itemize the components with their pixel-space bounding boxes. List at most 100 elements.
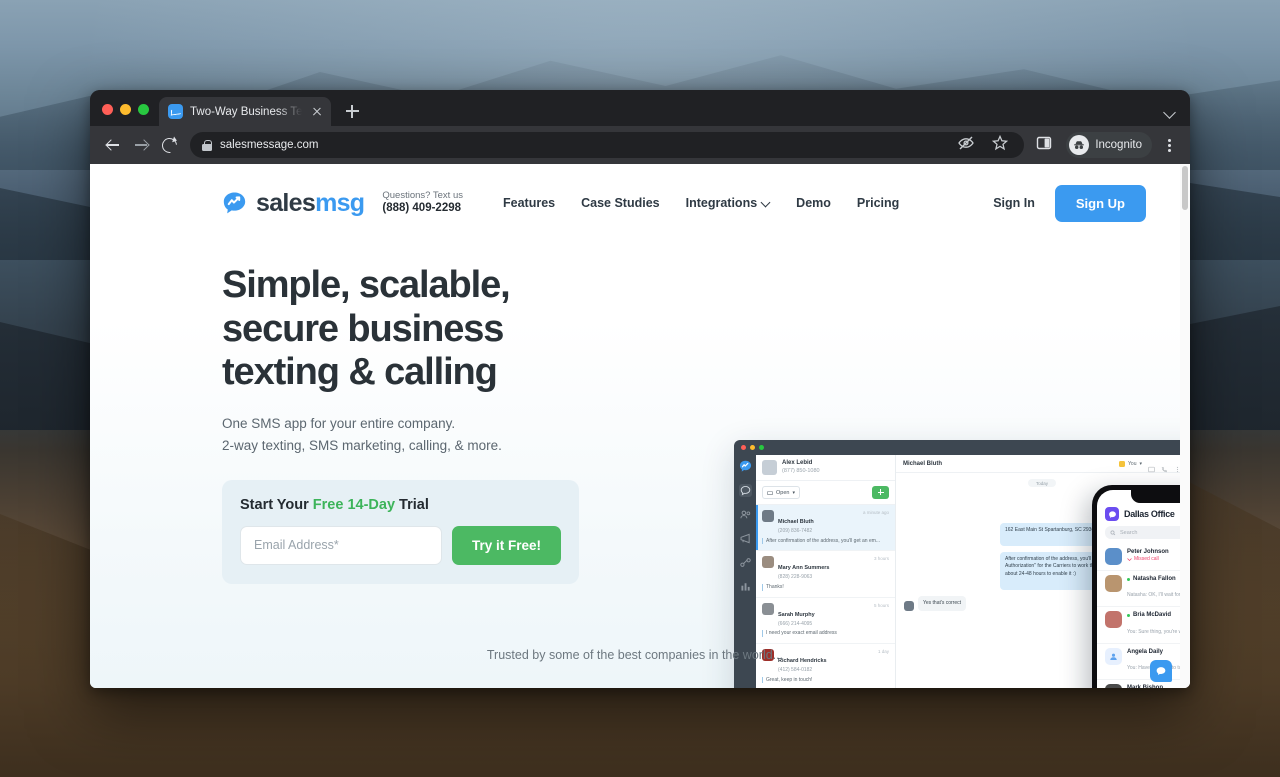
row-name-text: Mark Bishop	[1127, 684, 1163, 688]
brand-logo[interactable]: salesmsg	[222, 188, 365, 218]
sidebar-item-reports[interactable]	[739, 580, 752, 593]
conversation-preview: Great, keep in touch!	[762, 676, 889, 683]
conversation-filter-dropdown[interactable]: Open ▾	[762, 486, 800, 499]
incognito-label: Incognito	[1095, 139, 1142, 151]
day-separator: Today	[1028, 479, 1056, 487]
arrow-left-icon[interactable]	[100, 132, 126, 158]
brand-name: salesmsg	[256, 188, 365, 218]
avatar	[1105, 611, 1122, 629]
nav-item-pricing[interactable]: Pricing	[857, 196, 899, 210]
sidebar-item-integrations[interactable]	[739, 556, 752, 569]
site-navigation: salesmsg Questions? Text us (888) 409-22…	[90, 164, 1180, 242]
tab-title: Two-Way Business Text Messa	[190, 105, 302, 118]
sidebar-item-help[interactable]	[739, 687, 752, 688]
chevron-down-icon	[762, 199, 770, 207]
avatar	[904, 600, 914, 611]
primary-nav-links: Features Case Studies Integrations Demo …	[503, 196, 899, 210]
page-viewport: salesmsg Questions? Text us (888) 409-22…	[90, 164, 1190, 688]
list-item[interactable]: Peter Johnson Missed call 5 min	[1097, 544, 1190, 571]
list-item[interactable]: Natasha Fallon Natasha: OK, I'll wait fo…	[1097, 571, 1190, 608]
subtitle-line-1: One SMS app for your entire company.	[222, 416, 456, 432]
conversation-preview: Thanks!	[762, 584, 889, 591]
list-item[interactable]: Mary Ann Summers (828) 228-9063 3 hours …	[756, 551, 895, 598]
address-bar[interactable]: salesmessage.com	[190, 132, 1025, 158]
browser-tab[interactable]: Two-Way Business Text Messa	[159, 97, 331, 126]
sign-up-button[interactable]: Sign Up	[1054, 184, 1146, 222]
page-scrollbar[interactable]	[1180, 164, 1190, 688]
email-field[interactable]	[240, 525, 442, 565]
mockup-account-header: Alex Lebid (877) 850-1080	[756, 455, 895, 481]
maximize-window-button[interactable]	[138, 104, 149, 115]
minimize-window-button[interactable]	[120, 104, 131, 115]
chat-chart-bubble-icon	[222, 191, 247, 216]
missed-call-icon	[1127, 558, 1132, 562]
star-icon[interactable]	[990, 133, 1014, 157]
nav-item-integrations[interactable]: Integrations	[686, 196, 771, 210]
phone-search-input[interactable]: Search	[1105, 526, 1190, 539]
nav-label: Integrations	[685, 196, 758, 210]
filter-label: Open	[776, 489, 790, 496]
eye-off-icon[interactable]	[956, 133, 980, 157]
message-text: 162 East Main St Spartanburg, SC 29302	[1005, 527, 1098, 534]
archive-icon[interactable]	[1148, 460, 1155, 473]
list-item[interactable]: Mark Bishop Mark: Please let me know. Th…	[1097, 680, 1190, 688]
trial-form-row: Try it Free!	[240, 525, 561, 565]
chat-header: Michael Bluth You ▾	[896, 455, 1188, 473]
reload-icon[interactable]	[156, 132, 182, 158]
nav-item-features[interactable]: Features	[503, 196, 555, 210]
conversation-time: a minute ago	[862, 510, 889, 515]
account-phone: (877) 850-1080	[782, 467, 820, 474]
conversation-preview: After confirmation of the address, you'l…	[762, 537, 889, 545]
sidebar-item-inbox[interactable]	[738, 484, 752, 497]
nav-label: Demo	[796, 196, 831, 210]
live-chat-widget-button[interactable]	[1150, 660, 1172, 682]
search-icon	[1110, 530, 1116, 535]
close-icon[interactable]	[309, 104, 325, 120]
sidebar-item-contacts[interactable]	[739, 508, 752, 521]
nav-item-demo[interactable]: Demo	[796, 196, 831, 210]
mockup-titlebar	[734, 440, 1190, 455]
trial-signup-card: Start Your Free 14-Day Trial Try it Free…	[222, 479, 579, 584]
incognito-profile-chip[interactable]: Incognito	[1066, 132, 1152, 158]
kebab-menu-icon[interactable]	[1158, 133, 1180, 157]
scrollbar-thumb[interactable]	[1182, 166, 1188, 210]
avatar	[1105, 575, 1122, 592]
close-window-button[interactable]	[102, 104, 113, 115]
sign-in-link[interactable]: Sign In	[993, 196, 1035, 210]
list-item[interactable]: Bria McDavid You: Sure thing, you're wel…	[1097, 607, 1190, 644]
salesmsg-landing-page: salesmsg Questions? Text us (888) 409-22…	[90, 164, 1190, 688]
chat-assignee[interactable]: You ▾	[1119, 460, 1142, 467]
trial-title-pre: Start Your	[240, 496, 313, 513]
sidebar-item-campaigns[interactable]	[739, 532, 752, 545]
account-name: Alex Lebid	[782, 460, 813, 467]
trial-title-post: Trial	[395, 496, 429, 513]
avatar	[762, 602, 774, 615]
unread-dot	[1127, 614, 1130, 618]
chevron-down-icon[interactable]	[1164, 106, 1176, 118]
window-traffic-lights[interactable]	[100, 104, 159, 126]
new-tab-button[interactable]	[339, 98, 365, 124]
conversation-time: 3 hours	[873, 556, 889, 562]
row-name-text: Peter Johnson	[1127, 549, 1169, 555]
chat-bubble-icon	[1156, 667, 1166, 675]
contact-phone-number: (888) 409-2298	[382, 201, 462, 214]
arrow-right-icon[interactable]	[128, 132, 154, 158]
conversation-time: 5 hours	[873, 602, 889, 608]
headline-line-3: texting & calling	[222, 351, 498, 394]
phone-conversation-list[interactable]: Peter Johnson Missed call 5 min Natasha …	[1097, 544, 1190, 688]
side-panel-icon[interactable]	[1034, 133, 1058, 157]
try-it-free-button[interactable]: Try it Free!	[451, 525, 561, 565]
new-conversation-button[interactable]	[872, 486, 889, 499]
nav-item-case-studies[interactable]: Case Studies	[581, 196, 660, 210]
conversation-phone: (828) 228-9063	[778, 574, 813, 581]
brand-name-part2: msg	[315, 188, 365, 217]
conversation-phone: (412) 584-0182	[778, 666, 813, 673]
list-item[interactable]: Sarah Murphy (666) 214-4095 5 hours I ne…	[756, 598, 895, 644]
call-icon[interactable]	[1161, 460, 1168, 473]
brand-name-part1: sales	[256, 188, 316, 217]
contact-text-us[interactable]: Questions? Text us (888) 409-2298	[382, 191, 463, 215]
list-item[interactable]: Michael Bluth (209) 836-7482 a minute ag…	[756, 505, 895, 552]
headline-line-2: secure business	[222, 307, 504, 350]
unread-dot	[1127, 577, 1130, 581]
hero-subtitle: One SMS app for your entire company. 2-w…	[222, 413, 510, 458]
